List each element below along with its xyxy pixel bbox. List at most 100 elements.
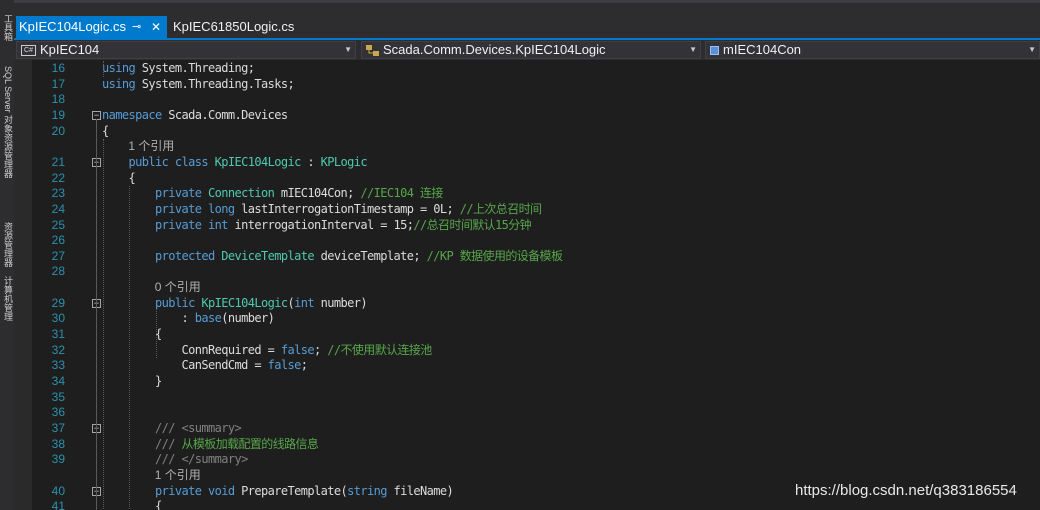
code-text[interactable]: /// <summary> <box>102 421 242 436</box>
tab-bar-divider <box>14 0 1040 3</box>
chevron-down-icon[interactable]: ▼ <box>344 42 352 58</box>
codelens-reference-count[interactable]: 0 个引用 <box>155 280 201 295</box>
code-text[interactable]: { <box>102 171 135 186</box>
code-line: 27 protected DeviceTemplate deviceTempla… <box>14 249 1040 264</box>
code-line: 26 <box>14 233 1040 248</box>
code-text[interactable]: { <box>102 327 162 342</box>
line-number: 25 <box>51 217 65 232</box>
indent-guide <box>155 311 157 359</box>
indent-guide <box>103 61 104 77</box>
type-dropdown[interactable]: Scada.Comm.Devices.KpIEC104Logic ▼ <box>361 41 701 59</box>
type-dropdown-label: Scada.Comm.Devices.KpIEC104Logic <box>383 42 606 57</box>
code-text[interactable]: private void PrepareTemplate(string file… <box>102 484 454 499</box>
line-number: 26 <box>51 233 65 248</box>
member-dropdown[interactable]: mIEC104Con ▼ <box>705 41 1040 59</box>
class-icon <box>366 45 379 57</box>
line-number: 40 <box>51 483 65 498</box>
close-icon[interactable]: ✕ <box>151 16 161 38</box>
line-number: 34 <box>51 374 65 388</box>
line-number: 18 <box>51 92 65 107</box>
code-line: 30 : base(number) <box>14 311 1040 326</box>
line-number: 32 <box>51 342 65 357</box>
code-line: 32 ConnRequired = false; //不使用默认连接池 <box>14 343 1040 358</box>
codelens-row: 1 个引用 <box>14 139 1040 154</box>
code-line: 38 /// 从模板加载配置的线路信息 <box>14 437 1040 452</box>
line-number: 29 <box>51 295 65 310</box>
pin-icon[interactable]: ⊸ <box>132 16 141 38</box>
code-text[interactable]: { <box>102 499 162 510</box>
line-number: 27 <box>51 248 65 263</box>
code-text[interactable]: ConnRequired = false; //不使用默认连接池 <box>102 343 432 358</box>
document-tab-bar: KpIEC104Logic.cs ⊸ ✕ KpIEC61850Logic.cs <box>14 0 1040 38</box>
code-text[interactable]: private Connection mIEC104Con; //IEC104 … <box>102 186 443 201</box>
code-line: 20 { <box>14 124 1040 139</box>
line-number: 36 <box>51 405 65 420</box>
code-line: 33 CanSendCmd = false; <box>14 358 1040 373</box>
watermark: https://blog.csdn.net/q383186554 <box>795 482 1017 499</box>
code-line: 35 <box>14 390 1040 405</box>
chevron-down-icon[interactable]: ▼ <box>689 42 697 58</box>
code-text[interactable]: private long lastInterrogationTimestamp … <box>102 202 542 217</box>
codelens-reference-count[interactable]: 1 个引用 <box>128 139 174 154</box>
member-dropdown-label: mIEC104Con <box>723 42 802 57</box>
side-tab-toolbox[interactable]: 工具箱 <box>1 14 13 62</box>
code-text[interactable]: using System.Threading; <box>102 61 255 76</box>
code-line: 29 public KpIEC104Logic(int number)− <box>14 296 1040 311</box>
code-text[interactable]: } <box>102 374 162 389</box>
code-text[interactable]: protected DeviceTemplate deviceTemplate;… <box>102 249 563 264</box>
line-number: 21 <box>51 154 65 169</box>
code-line: 41 { <box>14 499 1040 510</box>
code-line: 34 } <box>14 374 1040 389</box>
side-tab-sql-server[interactable]: SQL Server 对象资源管理器 <box>1 66 13 216</box>
line-number: 22 <box>51 170 65 185</box>
codelens-reference-count[interactable]: 1 个引用 <box>155 468 201 483</box>
line-number: 17 <box>51 76 65 91</box>
code-line: 17 using System.Threading.Tasks; <box>14 77 1040 92</box>
side-tab-explorer[interactable]: 资源管理器 <box>1 222 13 272</box>
code-text[interactable]: /// </summary> <box>102 452 248 467</box>
code-text[interactable]: CanSendCmd = false; <box>102 358 307 373</box>
project-dropdown-label: KpIEC104 <box>40 42 100 57</box>
code-text[interactable]: using System.Threading.Tasks; <box>102 77 295 92</box>
code-line: 39 /// </summary> <box>14 452 1040 467</box>
code-text[interactable]: /// 从模板加载配置的线路信息 <box>102 437 319 452</box>
line-number: 31 <box>51 327 65 342</box>
line-number: 24 <box>51 201 65 216</box>
code-line: 36 <box>14 405 1040 420</box>
code-text[interactable]: private int interrogationInterval = 15;/… <box>102 218 532 233</box>
code-line: 28 <box>14 264 1040 279</box>
code-line: 18 <box>14 92 1040 107</box>
code-text[interactable]: public KpIEC104Logic(int number) <box>102 296 368 311</box>
code-line: 31 { <box>14 327 1040 342</box>
chevron-down-icon[interactable]: ▼ <box>1028 42 1036 58</box>
left-tool-panel: 工具箱 SQL Server 对象资源管理器 资源管理器 计算机管理 <box>0 0 14 510</box>
codelens-row: 0 个引用 <box>14 280 1040 295</box>
project-dropdown[interactable]: C# KpIEC104 ▼ <box>16 41 356 59</box>
tab-label: KpIEC104Logic.cs <box>19 19 126 34</box>
field-icon <box>710 46 719 56</box>
line-number: 23 <box>51 186 65 201</box>
csharp-project-icon: C# <box>21 44 36 56</box>
tab-label: KpIEC61850Logic.cs <box>173 19 295 34</box>
indent-guide <box>129 186 131 510</box>
code-text[interactable]: { <box>102 124 109 139</box>
line-number: 20 <box>51 123 65 138</box>
code-text[interactable]: namespace Scada.Comm.Devices <box>102 108 288 123</box>
side-tab-computer-management[interactable]: 计算机管理 <box>1 276 13 326</box>
code-line: 37 /// <summary>− <box>14 421 1040 436</box>
code-editor[interactable]: 16 using System.Threading; 17 using System.… <box>14 60 1040 510</box>
line-number: 41 <box>51 499 65 510</box>
tab-kpiec61850logic[interactable]: KpIEC61850Logic.cs <box>170 16 360 38</box>
code-line: 16 using System.Threading; <box>14 61 1040 76</box>
code-text[interactable]: public class KpIEC104Logic : KPLogic <box>102 155 368 170</box>
navigation-bar: C# KpIEC104 ▼ Scada.Comm.Devices.KpIEC104… <box>14 40 1040 60</box>
line-number: 28 <box>51 264 65 279</box>
code-text[interactable]: : base(number) <box>102 311 274 326</box>
line-number: 33 <box>51 358 65 373</box>
code-line: 25 private int interrogationInterval = 1… <box>14 218 1040 233</box>
line-number: 30 <box>51 311 65 326</box>
code-line: 21 public class KpIEC104Logic : KPLogic− <box>14 155 1040 170</box>
indent-guide <box>103 139 104 510</box>
tab-kpiec104logic[interactable]: KpIEC104Logic.cs ⊸ ✕ <box>16 16 167 38</box>
code-line: 24 private long lastInterrogationTimesta… <box>14 202 1040 217</box>
